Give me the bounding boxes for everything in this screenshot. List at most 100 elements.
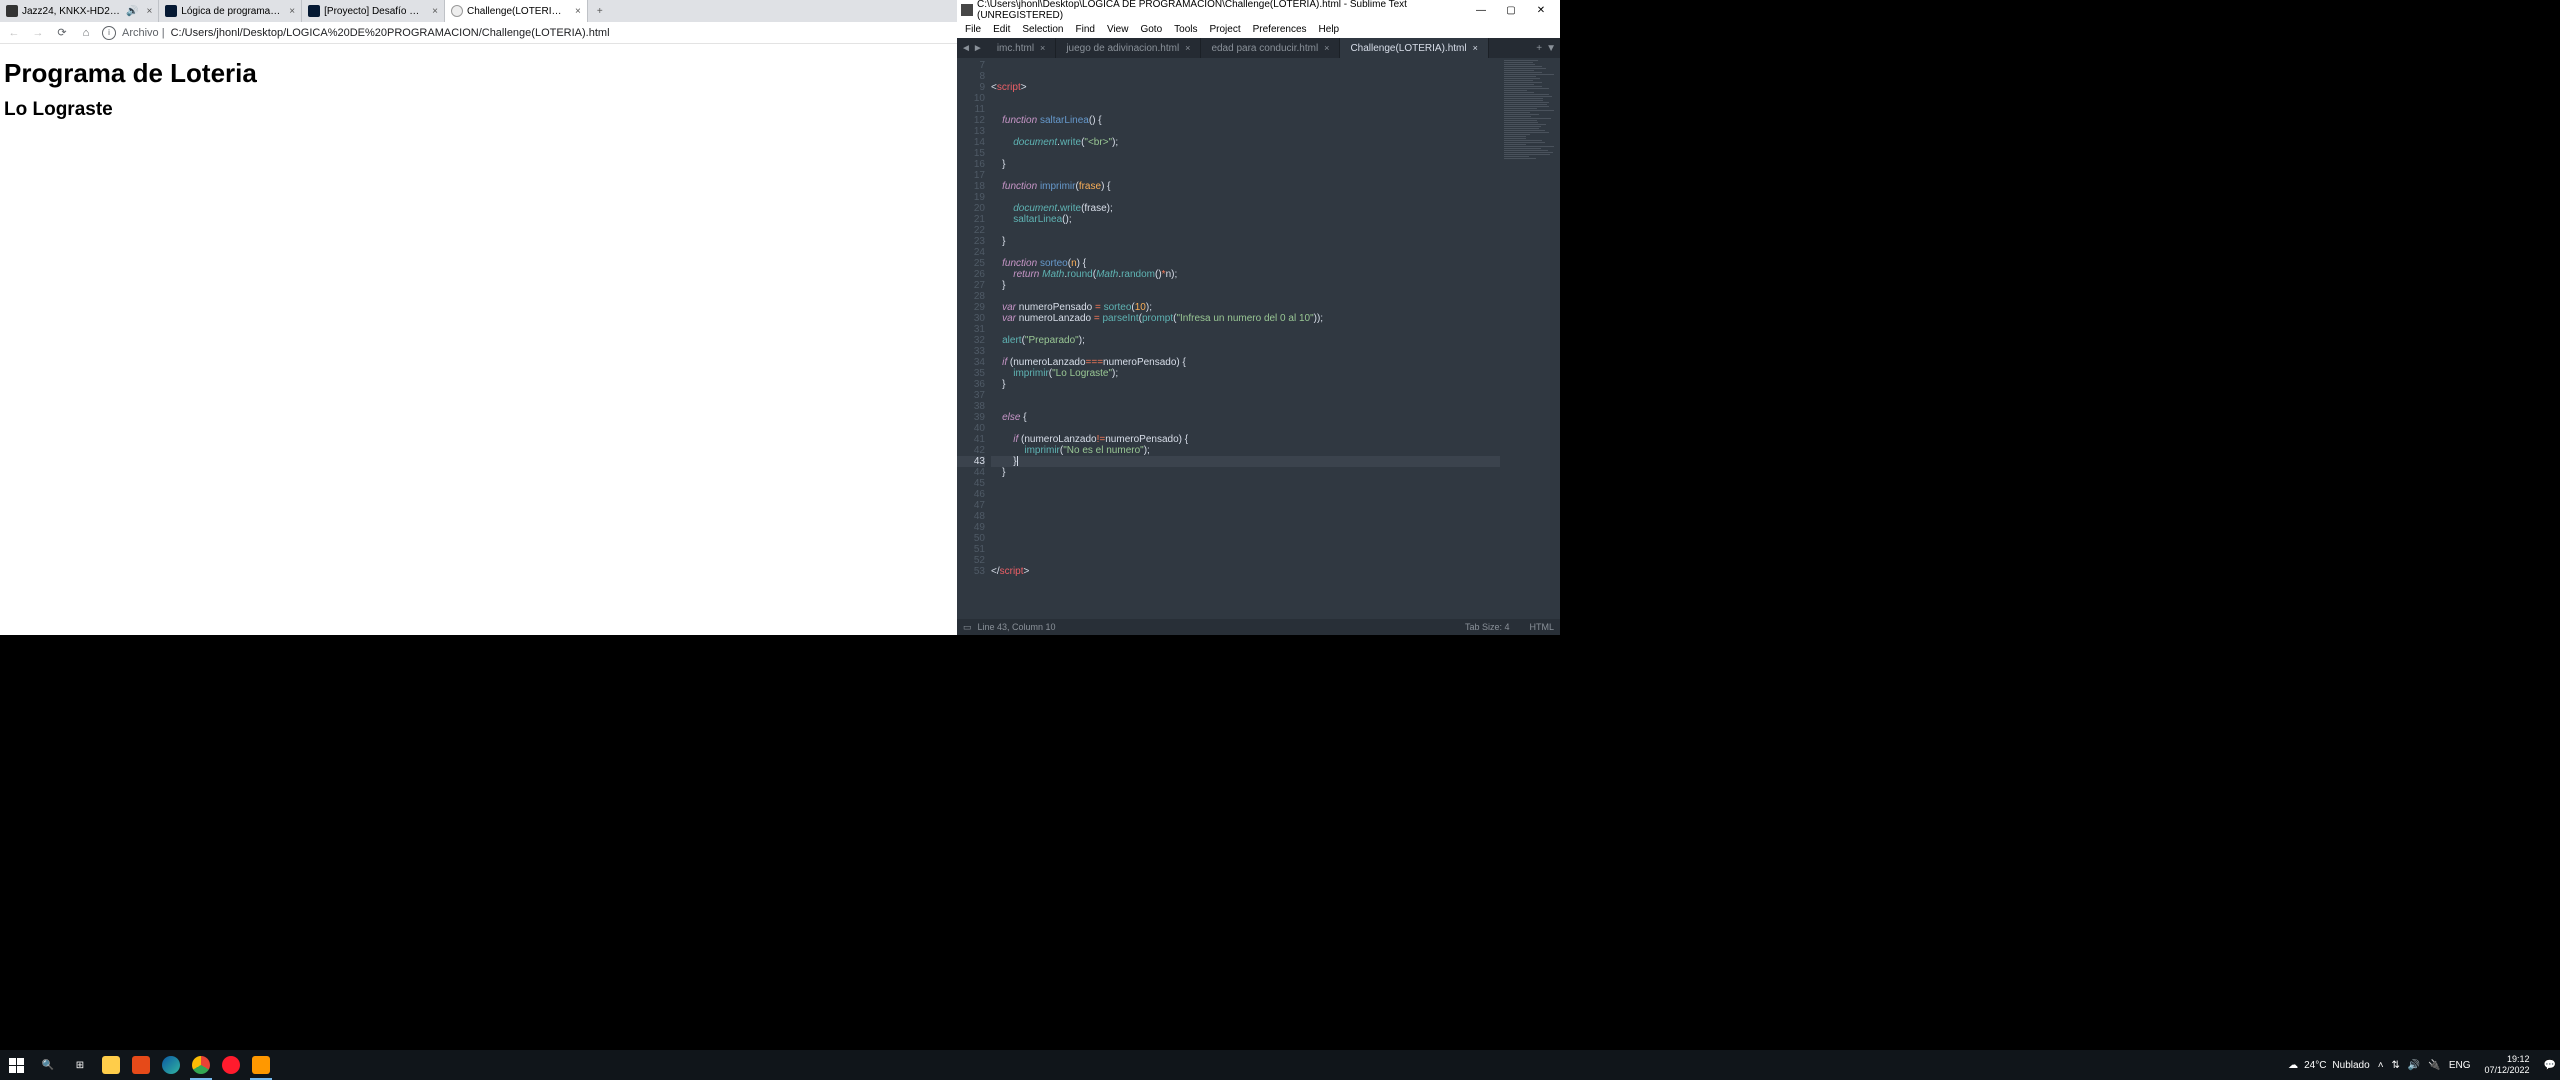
addr-prefix: Archivo |: [122, 27, 165, 39]
speaker-icon[interactable]: 🔊: [126, 6, 138, 17]
chrome-window: Jazz24, KNKX-HD2 88.5 FM 🔊 × Lógica de p…: [0, 0, 957, 635]
edge-icon: [162, 1056, 180, 1074]
language-indicator[interactable]: ENG: [2449, 1060, 2471, 1071]
tab-back-button[interactable]: ◄: [961, 43, 971, 54]
line-gutter[interactable]: 7891011121314151617181920212223242526272…: [957, 58, 991, 619]
tab-close-button[interactable]: ×: [1040, 43, 1045, 53]
page-content: Programa de Loteria Lo Lograste: [0, 44, 957, 635]
tab-close-button[interactable]: ×: [146, 6, 152, 17]
tab-title: Jazz24, KNKX-HD2 88.5 FM: [22, 6, 122, 17]
tab-close-button[interactable]: ×: [1185, 43, 1190, 53]
tab-title: Challenge(LOTERIA).html: [1350, 43, 1466, 54]
syntax-setting[interactable]: HTML: [1530, 622, 1555, 632]
tab-close-button[interactable]: ×: [289, 6, 295, 17]
tab-close-button[interactable]: ×: [575, 6, 581, 17]
tab-menu-button[interactable]: ▼: [1546, 43, 1556, 54]
clock-time: 19:12: [2485, 1054, 2530, 1065]
menu-help[interactable]: Help: [1313, 24, 1346, 35]
start-button[interactable]: [0, 1050, 32, 1080]
sublime-tab-0[interactable]: imc.html ×: [987, 38, 1057, 58]
menu-view[interactable]: View: [1101, 24, 1135, 35]
menu-find[interactable]: Find: [1070, 24, 1101, 35]
notifications-icon[interactable]: 💬: [2544, 1060, 2556, 1071]
chrome-toolbar: ← → ⟳ ⌂ i Archivo | C:/Users/jhonl/Deskt…: [0, 22, 957, 44]
battery-icon[interactable]: 🔌: [2428, 1060, 2440, 1071]
close-button[interactable]: ✕: [1526, 0, 1556, 20]
tab-close-button[interactable]: ×: [1324, 43, 1329, 53]
sublime-tab-1[interactable]: juego de adivinacion.html ×: [1056, 38, 1201, 58]
opera-app[interactable]: [216, 1050, 246, 1080]
sublime-tab-2[interactable]: edad para conducir.html ×: [1201, 38, 1340, 58]
minimize-button[interactable]: —: [1466, 0, 1496, 20]
indent-setting[interactable]: Tab Size: 4: [1465, 622, 1510, 632]
sublime-titlebar[interactable]: C:\Users\jhonl\Desktop\LOGICA DE PROGRAM…: [957, 0, 1560, 20]
tab-close-button[interactable]: ×: [1473, 43, 1478, 53]
chrome-tab-3[interactable]: Challenge(LOTERIA).html ×: [445, 0, 588, 22]
chrome-tab-1[interactable]: Lógica de programación: Conce ×: [159, 0, 302, 22]
menu-tools[interactable]: Tools: [1168, 24, 1203, 35]
network-icon[interactable]: ⇅: [2392, 1060, 2400, 1071]
tab-controls: + ▼: [1532, 38, 1560, 58]
windows-icon: [9, 1058, 24, 1073]
clock[interactable]: 19:12 07/12/2022: [2479, 1054, 2536, 1076]
chrome-tab-0[interactable]: Jazz24, KNKX-HD2 88.5 FM 🔊 ×: [0, 0, 159, 22]
tray-chevron-icon[interactable]: ˄: [2378, 1060, 2384, 1071]
alura-icon: [165, 5, 177, 17]
sublime-statusbar: ▭ Line 43, Column 10 Tab Size: 4 HTML: [957, 619, 1560, 635]
chrome-app[interactable]: [186, 1050, 216, 1080]
office-app[interactable]: [126, 1050, 156, 1080]
back-button[interactable]: ←: [6, 25, 22, 41]
sublime-app[interactable]: [246, 1050, 276, 1080]
new-tab-button[interactable]: +: [588, 0, 612, 22]
tab-title: Challenge(LOTERIA).html: [467, 6, 567, 17]
windows-taskbar: 🔍 ⊞ ☁ 24°C Nublado ˄ ⇅ 🔊 🔌 ENG 19:12 07/…: [0, 1050, 2560, 1080]
file-icon: [451, 5, 463, 17]
volume-icon[interactable]: 🔊: [2408, 1060, 2420, 1071]
status-icon[interactable]: ▭: [963, 622, 972, 633]
chrome-icon: [192, 1056, 210, 1074]
edge-app[interactable]: [156, 1050, 186, 1080]
tab-close-button[interactable]: ×: [432, 6, 438, 17]
menu-goto[interactable]: Goto: [1134, 24, 1168, 35]
cursor-position[interactable]: Line 43, Column 10: [978, 622, 1056, 633]
weather-temp: 24°C: [2304, 1060, 2326, 1071]
code-area[interactable]: <script> function saltarLinea() { docume…: [991, 58, 1500, 619]
page-h2: Lo Lograste: [4, 99, 953, 121]
task-view-button[interactable]: ⊞: [64, 1050, 96, 1080]
weather-widget[interactable]: ☁ 24°C Nublado: [2288, 1060, 2370, 1071]
opera-icon: [222, 1056, 240, 1074]
home-button[interactable]: ⌂: [78, 25, 94, 41]
editor-body: 7891011121314151617181920212223242526272…: [957, 58, 1560, 619]
addr-path: C:/Users/jhonl/Desktop/LOGICA%20DE%20PRO…: [171, 27, 610, 39]
maximize-button[interactable]: ▢: [1496, 0, 1526, 20]
sublime-icon: [961, 4, 973, 16]
chrome-tab-2[interactable]: [Proyecto] Desafío Lotería | Lóg ×: [302, 0, 445, 22]
weather-icon: ☁: [2288, 1060, 2298, 1071]
tab-fwd-button[interactable]: ►: [973, 43, 983, 54]
tab-history: ◄ ►: [957, 38, 987, 58]
page-h1: Programa de Loteria: [4, 58, 953, 89]
chrome-tabstrip: Jazz24, KNKX-HD2 88.5 FM 🔊 × Lógica de p…: [0, 0, 957, 22]
minimap[interactable]: [1500, 58, 1560, 619]
forward-button[interactable]: →: [30, 25, 46, 41]
menu-file[interactable]: File: [959, 24, 987, 35]
tab-title: [Proyecto] Desafío Lotería | Lóg: [324, 6, 424, 17]
address-bar[interactable]: i Archivo | C:/Users/jhonl/Desktop/LOGIC…: [102, 26, 951, 40]
tab-title: edad para conducir.html: [1211, 43, 1318, 54]
menu-project[interactable]: Project: [1204, 24, 1247, 35]
new-tab-button[interactable]: +: [1536, 43, 1542, 54]
radio-icon: [6, 5, 18, 17]
search-button[interactable]: 🔍: [32, 1050, 64, 1080]
weather-desc: Nublado: [2332, 1060, 2369, 1071]
site-info-icon[interactable]: i: [102, 26, 116, 40]
sublime-tabstrip: ◄ ► imc.html × juego de adivinacion.html…: [957, 38, 1560, 58]
window-title: C:\Users\jhonl\Desktop\LOGICA DE PROGRAM…: [977, 0, 1466, 21]
sublime-icon: [252, 1056, 270, 1074]
explorer-app[interactable]: [96, 1050, 126, 1080]
sublime-tab-3[interactable]: Challenge(LOTERIA).html ×: [1340, 38, 1488, 58]
reload-button[interactable]: ⟳: [54, 25, 70, 41]
menu-edit[interactable]: Edit: [987, 24, 1016, 35]
tab-title: juego de adivinacion.html: [1066, 43, 1179, 54]
menu-preferences[interactable]: Preferences: [1247, 24, 1313, 35]
menu-selection[interactable]: Selection: [1016, 24, 1069, 35]
